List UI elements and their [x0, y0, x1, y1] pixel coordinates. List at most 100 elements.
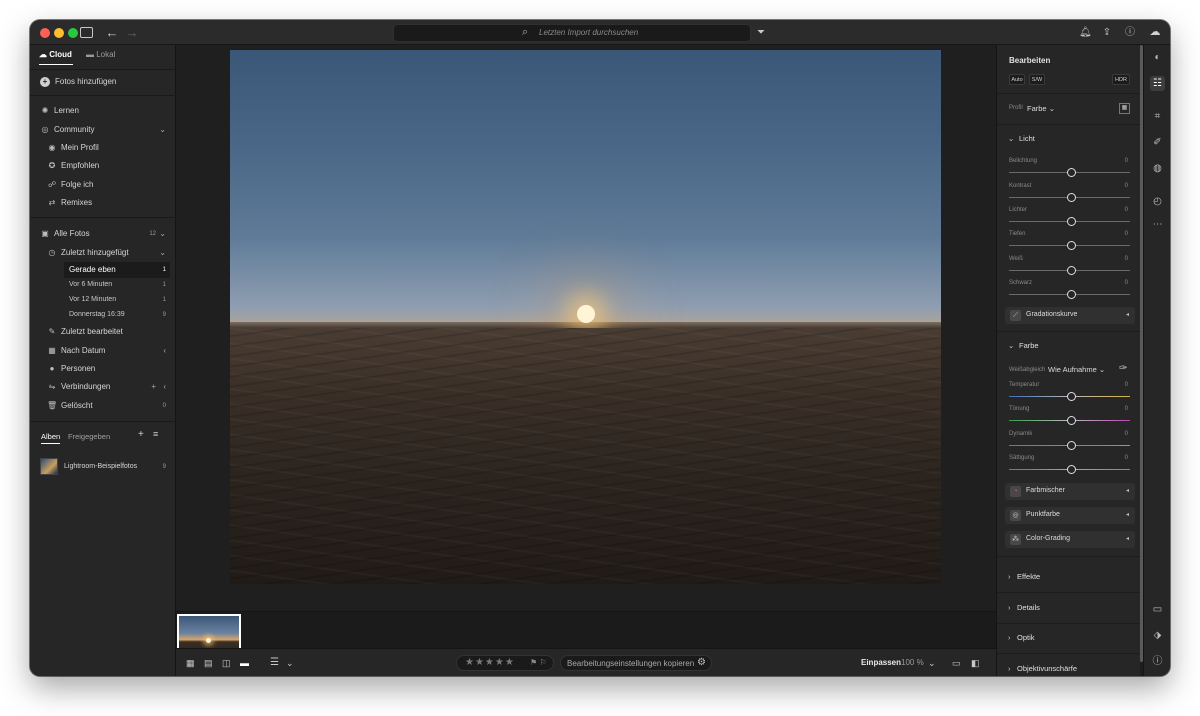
masking-icon[interactable]: ◍	[1150, 161, 1165, 176]
filter-icon[interactable]: ⏷	[755, 24, 767, 41]
sidebar-item-featured[interactable]: ✪ Empfohlen	[30, 158, 176, 174]
chevron-down-icon[interactable]: ⌄	[928, 657, 936, 669]
compare-view-icon[interactable]: ◫	[222, 657, 231, 669]
album-item[interactable]: Lightroom-Beispielfotos 9	[30, 457, 176, 477]
color-mixer-panel[interactable]: ◔ Farbmischer ◂	[1005, 483, 1135, 500]
recent-item-just-now[interactable]: Gerade eben 1	[64, 262, 170, 278]
sidebar-item-people[interactable]: ● Personen	[30, 361, 176, 377]
auto-button[interactable]: Auto	[1009, 74, 1025, 85]
bw-button[interactable]: S/W	[1029, 74, 1045, 85]
minimize-window-button[interactable]	[54, 28, 64, 38]
sidebar-item-connections[interactable]: ⇋ Verbindungen + ‹	[30, 379, 176, 395]
zoom-window-button[interactable]	[68, 28, 78, 38]
close-window-button[interactable]	[40, 28, 50, 38]
slider-knob[interactable]	[1067, 465, 1076, 474]
filmstrip-toggle-icon[interactable]: ▭	[952, 657, 961, 669]
tone-curve-panel[interactable]: ⟋ Gradationskurve ◂	[1005, 307, 1135, 324]
slider-knob[interactable]	[1067, 290, 1076, 299]
sidebar-item-following[interactable]: ☍ Folge ich	[30, 177, 176, 193]
sidebar-item-by-date[interactable]: ▦ Nach Datum ‹	[30, 343, 176, 359]
color-section-header[interactable]: ⌄ Farbe	[997, 338, 1141, 354]
edit-sliders-icon[interactable]: ☷	[1150, 76, 1165, 91]
hdr-button[interactable]: HDR	[1112, 74, 1130, 85]
fit-button[interactable]: Einpassen	[861, 658, 901, 667]
sidebar-item-recently-added[interactable]: ◷ Zuletzt hinzugefügt ⌄	[30, 245, 176, 261]
sidebar-item-community[interactable]: ◎ Community ⌄	[30, 122, 176, 138]
sort-icon[interactable]: ☰	[270, 657, 279, 669]
slider-knob[interactable]	[1067, 416, 1076, 425]
before-after-icon[interactable]: ◧	[971, 657, 980, 669]
person-icon: ●	[49, 364, 55, 373]
divider	[30, 217, 176, 218]
curve-icon: ⟋	[1010, 310, 1021, 321]
help-icon[interactable]: ⓘ	[1123, 24, 1137, 41]
sort-albums-icon[interactable]: ≡	[153, 429, 158, 439]
back-arrow-icon[interactable]: ←	[105, 24, 119, 41]
slider-knob[interactable]	[1067, 241, 1076, 250]
copy-settings-button[interactable]: Bearbeitungseinstellungen kopieren	[567, 659, 694, 668]
presets-icon[interactable]: ◐	[1150, 50, 1165, 65]
slider-knob[interactable]	[1067, 266, 1076, 275]
white-balance-dropdown[interactable]: Wie Aufnahme ⌄	[1048, 365, 1105, 374]
tab-albums[interactable]: Alben	[41, 432, 60, 441]
gear-icon[interactable]: ⚙	[697, 657, 706, 668]
color-grading-panel[interactable]: ⁂ Color-Grading ◂	[1005, 531, 1135, 548]
star-rating[interactable]: ★★★★★	[465, 657, 515, 668]
effects-section-header[interactable]: › Effekte	[997, 569, 1141, 585]
photo-viewer: ▦ ▤ ◫ ▬ ☰ ⌄ ★★★★★ ⚑ ⚐ Bearbeitungseinste…	[176, 45, 996, 676]
flag-icons[interactable]: ⚑ ⚐	[530, 658, 547, 667]
sidebar-item-learn[interactable]: ✺ Lernen	[30, 103, 176, 119]
tag-icon[interactable]: ⬗	[1150, 628, 1165, 643]
slider-knob[interactable]	[1067, 441, 1076, 450]
recent-item-12-minutes[interactable]: Vor 12 Minuten 1	[30, 292, 176, 308]
more-icon[interactable]: ⋯	[1150, 217, 1165, 232]
point-color-panel[interactable]: ◎ Punktfarbe ◂	[1005, 507, 1135, 524]
right-toolbar: ◐ ☷ ⌗ ✐ ◍ ◴ ⋯ ▭ ⬗ ⓘ	[1143, 45, 1170, 676]
slider-knob[interactable]	[1067, 168, 1076, 177]
info-icon[interactable]: ⓘ	[1150, 654, 1165, 669]
photo-grid-view-icon[interactable]: ▤	[204, 657, 213, 669]
sidebar-item-remixes[interactable]: ⇄ Remixes	[30, 195, 176, 211]
sidebar-item-recently-edited[interactable]: ✎ Zuletzt bearbeitet	[30, 324, 176, 340]
recent-item-thursday[interactable]: Donnerstag 16:39 9	[30, 307, 176, 323]
comment-icon[interactable]: ▭	[1150, 602, 1165, 617]
eyedropper-icon[interactable]: ✑	[1119, 363, 1127, 374]
zoom-level[interactable]: 100 %	[901, 658, 924, 667]
sidebar-item-my-profile[interactable]: ◉ Mein Profil	[30, 140, 176, 156]
slider-knob[interactable]	[1067, 392, 1076, 401]
sidebar-item-deleted[interactable]: 🗑︎ Gelöscht 0	[30, 398, 176, 414]
sidebar-item-all-photos[interactable]: ▣ Alle Fotos 12 ⌄	[30, 226, 176, 242]
profile-dropdown[interactable]: Farbe ⌄	[1027, 104, 1055, 113]
chevron-down-icon: ⌄	[159, 229, 166, 238]
add-album-icon[interactable]: +	[138, 429, 144, 440]
add-photos-button[interactable]: + Fotos hinzufügen	[30, 74, 176, 90]
square-grid-view-icon[interactable]: ▦	[186, 657, 195, 669]
healing-brush-icon[interactable]: ✐	[1150, 135, 1165, 150]
divider	[30, 69, 176, 70]
chevron-down-icon[interactable]: ⌄	[286, 657, 294, 669]
cloud-sync-icon[interactable]: ☁	[1147, 24, 1163, 41]
tab-cloud[interactable]: ☁ Cloud	[39, 50, 72, 59]
tab-shared[interactable]: Freigegeben	[68, 432, 110, 441]
history-icon[interactable]: ◴	[1150, 194, 1165, 209]
details-section-header[interactable]: › Details	[997, 600, 1141, 616]
light-section-header[interactable]: ⌄ Licht	[997, 131, 1141, 147]
detail-view-icon[interactable]: ▬	[240, 657, 249, 669]
sidebar-toggle-icon[interactable]	[80, 27, 93, 38]
lens-blur-section-header[interactable]: › Objektivunschärfe	[997, 661, 1141, 676]
slider-knob[interactable]	[1067, 193, 1076, 202]
search-bar[interactable]: ⌕ Letzten Import durchsuchen	[393, 24, 751, 42]
white-balance-label: Weißabgleich	[1009, 367, 1046, 373]
forward-arrow-icon[interactable]: →	[125, 24, 139, 41]
optics-section-header[interactable]: › Optik	[997, 630, 1141, 646]
profile-browser-icon[interactable]: ▦	[1119, 103, 1130, 114]
share-icon[interactable]: ⇪	[1100, 24, 1114, 41]
tab-local[interactable]: ▬ Lokal	[86, 50, 115, 59]
slider-knob[interactable]	[1067, 217, 1076, 226]
bell-icon[interactable]: 🔔︎	[1079, 24, 1092, 41]
crop-icon[interactable]: ⌗	[1150, 109, 1165, 124]
photos-icon: ▣	[41, 229, 49, 238]
main-photo[interactable]	[230, 50, 941, 584]
add-connection-icon[interactable]: +	[151, 379, 156, 395]
recent-item-6-minutes[interactable]: Vor 6 Minuten 1	[30, 277, 176, 293]
